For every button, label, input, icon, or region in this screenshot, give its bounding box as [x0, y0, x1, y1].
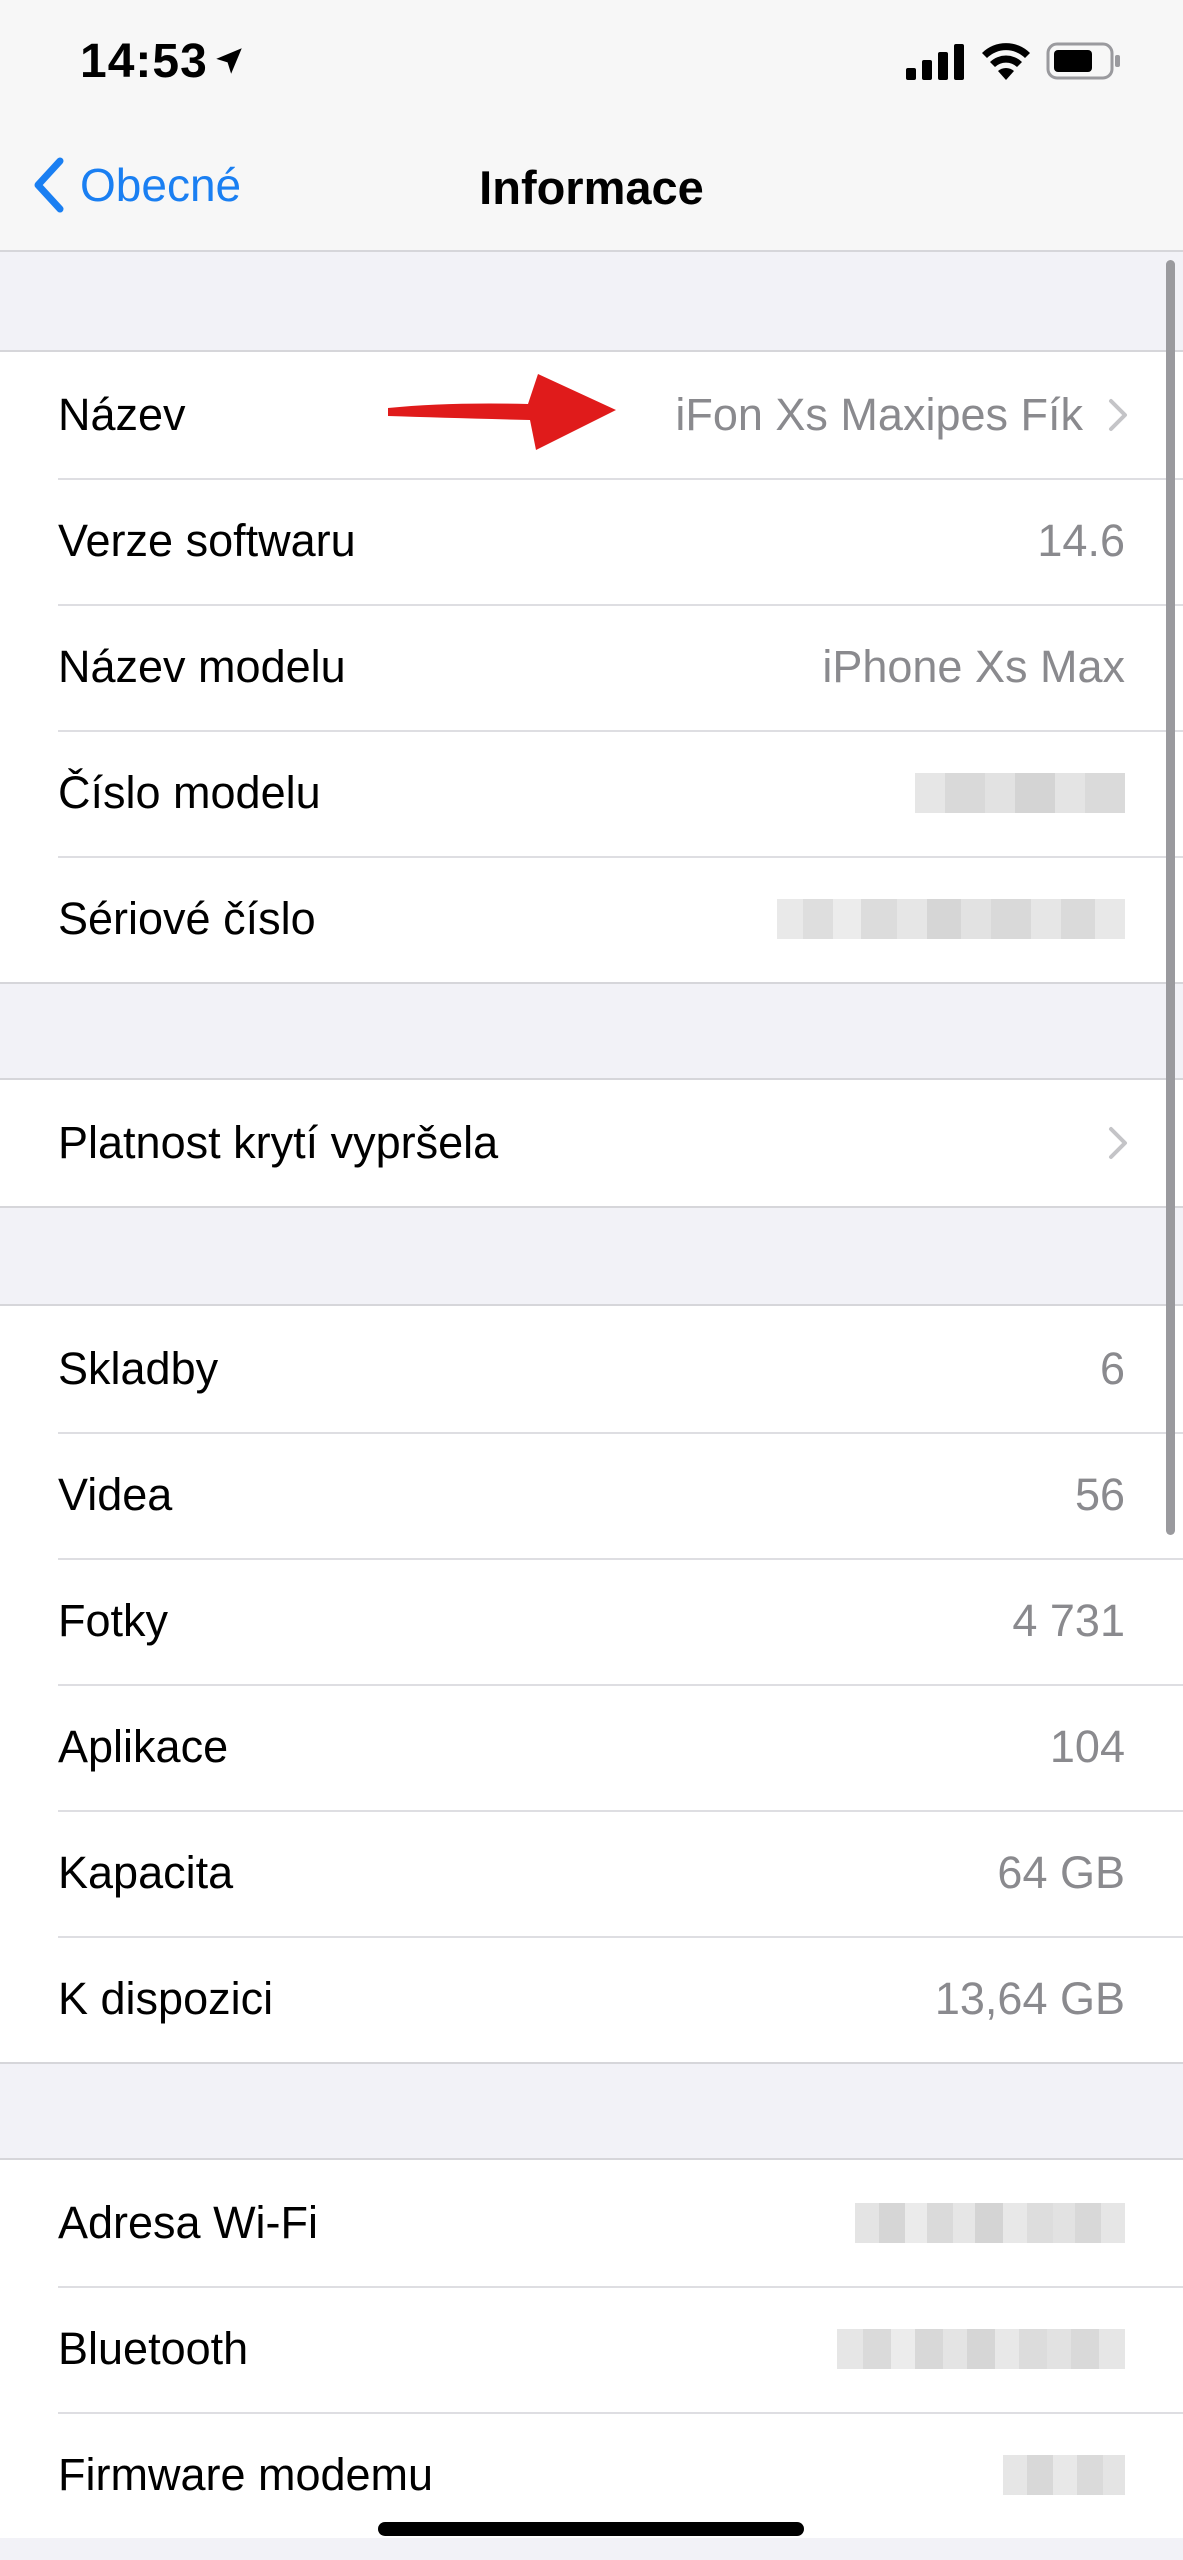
- redacted-value: [1003, 2455, 1125, 2495]
- media-group: Skladby 6 Videa 56 Fotky 4 731 Aplikace …: [0, 1304, 1183, 2064]
- status-time: 14:53: [80, 35, 208, 88]
- row-label: Skladby: [58, 1343, 219, 1394]
- row-bluetooth[interactable]: Bluetooth: [0, 2286, 1183, 2412]
- coverage-group: Platnost krytí vypršela: [0, 1078, 1183, 1208]
- row-value: 14.6: [1037, 515, 1125, 566]
- row-label: Aplikace: [58, 1721, 229, 1772]
- row-label: Firmware modemu: [58, 2449, 434, 2500]
- row-available: K dispozici 13,64 GB: [0, 1936, 1183, 2062]
- row-serial-number[interactable]: Sériové číslo: [0, 856, 1183, 982]
- row-label: Platnost krytí vypršela: [58, 1117, 499, 1168]
- row-label: Kapacita: [58, 1847, 234, 1898]
- status-bar: 14:53: [0, 0, 1183, 120]
- row-value: 56: [1074, 1469, 1125, 1520]
- red-arrow-icon: [388, 374, 616, 450]
- row-value: iPhone Xs Max: [822, 641, 1125, 692]
- row-coverage[interactable]: Platnost krytí vypršela: [0, 1080, 1183, 1206]
- row-label: Sériové číslo: [58, 893, 316, 944]
- page-title: Informace: [479, 161, 704, 214]
- row-label: Bluetooth: [58, 2323, 249, 2374]
- row-label: Název: [58, 389, 186, 440]
- chevron-right-icon: [1109, 399, 1127, 431]
- row-label: Adresa Wi-Fi: [58, 2197, 319, 2248]
- row-label: Číslo modelu: [58, 767, 321, 818]
- row-value: 104: [1049, 1721, 1125, 1772]
- row-model-name: Název modelu iPhone Xs Max: [0, 604, 1183, 730]
- redacted-value: [915, 773, 1125, 813]
- row-model-number[interactable]: Číslo modelu: [0, 730, 1183, 856]
- row-apps: Aplikace 104: [0, 1684, 1183, 1810]
- row-value: 13,64 GB: [934, 1973, 1125, 2024]
- row-label: K dispozici: [58, 1973, 274, 2024]
- network-group: Adresa Wi-Fi Bluetooth Firmware modemu: [0, 2158, 1183, 2538]
- battery-icon: [1046, 42, 1120, 80]
- location-arrow-icon: [216, 48, 242, 74]
- row-value: 64 GB: [997, 1847, 1125, 1898]
- chevron-right-icon: [1109, 1127, 1127, 1159]
- row-value: iFon Xs Maxipes Fík: [675, 389, 1083, 440]
- row-label: Verze softwaru: [58, 515, 356, 566]
- row-modem-firmware[interactable]: Firmware modemu: [0, 2412, 1183, 2538]
- redacted-value: [777, 899, 1125, 939]
- row-label: Název modelu: [58, 641, 346, 692]
- cellular-signal-icon: [906, 44, 964, 80]
- home-indicator[interactable]: [378, 2522, 804, 2536]
- navigation-bar: Obecné Informace: [0, 120, 1183, 252]
- redacted-value: [855, 2203, 1125, 2243]
- row-label: Fotky: [58, 1595, 169, 1646]
- wifi-icon: [982, 43, 1030, 80]
- row-label: Videa: [58, 1469, 173, 1520]
- row-value: 6: [1099, 1343, 1125, 1394]
- row-photos: Fotky 4 731: [0, 1558, 1183, 1684]
- row-value: 4 731: [1012, 1595, 1125, 1646]
- row-software-version: Verze softwaru 14.6: [0, 478, 1183, 604]
- row-songs: Skladby 6: [0, 1306, 1183, 1432]
- redacted-value: [837, 2329, 1125, 2369]
- row-wifi-address[interactable]: Adresa Wi-Fi: [0, 2160, 1183, 2286]
- row-capacity: Kapacita 64 GB: [0, 1810, 1183, 1936]
- scroll-indicator[interactable]: [1166, 260, 1175, 1535]
- row-videos: Videa 56: [0, 1432, 1183, 1558]
